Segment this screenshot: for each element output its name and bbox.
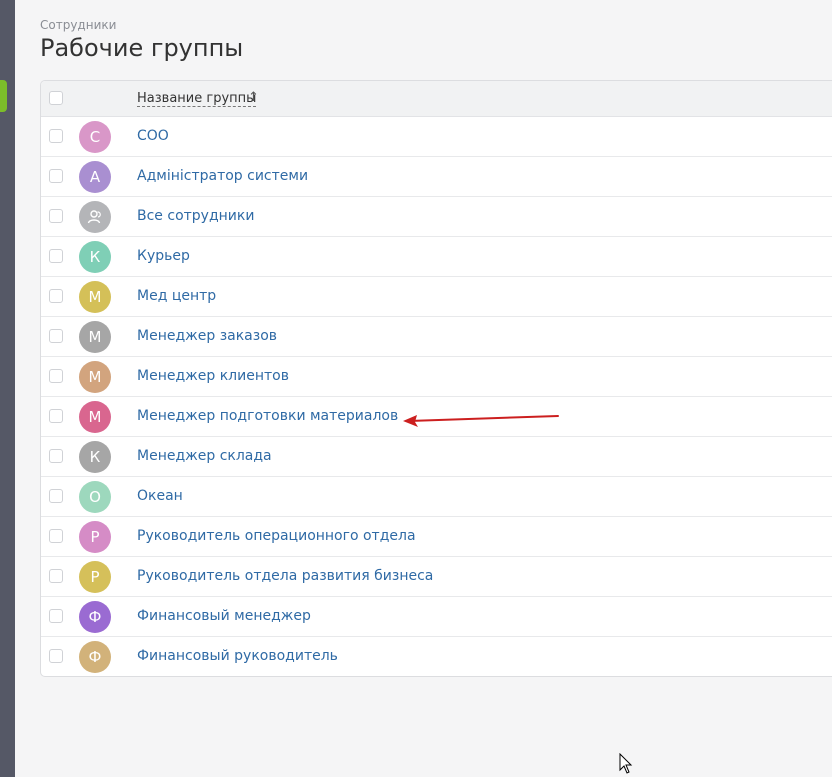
table-body: С СОО А Адміністратор системи Все сотрудники… [41, 117, 832, 676]
row-checkbox[interactable] [49, 569, 63, 583]
group-avatar: Р [79, 521, 111, 553]
row-checkbox[interactable] [49, 529, 63, 543]
table-row[interactable]: А Адміністратор системи [41, 157, 832, 197]
group-name-link[interactable]: СОО [137, 128, 169, 144]
groups-table: Название группы ↑ С СОО А Адміністратор сис… [40, 80, 832, 677]
row-checkbox[interactable] [49, 329, 63, 343]
row-checkbox[interactable] [49, 609, 63, 623]
group-name-link[interactable]: Менеджер склада [137, 448, 272, 464]
page-title: Рабочие группы [40, 34, 244, 62]
group-name-link[interactable]: Все сотрудники [137, 208, 254, 224]
sort-ascending-icon[interactable]: ↑ [248, 90, 259, 105]
table-row[interactable]: Р Руководитель отдела развития бизнеса [41, 557, 832, 597]
table-row[interactable]: К Менеджер склада [41, 437, 832, 477]
group-avatar: Ф [79, 641, 111, 673]
group-name-link[interactable]: Руководитель операционного отдела [137, 528, 416, 544]
group-name-link[interactable]: Океан [137, 488, 183, 504]
group-name-link[interactable]: Мед центр [137, 288, 216, 304]
row-checkbox[interactable] [49, 449, 63, 463]
row-checkbox[interactable] [49, 129, 63, 143]
table-header: Название группы ↑ [41, 81, 832, 117]
row-checkbox[interactable] [49, 249, 63, 263]
row-checkbox[interactable] [49, 169, 63, 183]
table-row[interactable]: Р Руководитель операционного отдела [41, 517, 832, 557]
group-avatar: М [79, 361, 111, 393]
row-checkbox[interactable] [49, 409, 63, 423]
group-name-link[interactable]: Менеджер подготовки материалов [137, 408, 398, 424]
group-avatar: М [79, 281, 111, 313]
group-avatar: С [79, 121, 111, 153]
left-sidebar [0, 0, 15, 777]
group-avatar: К [79, 441, 111, 473]
group-name-link[interactable]: Финансовый руководитель [137, 648, 338, 664]
column-header-group-name[interactable]: Название группы [137, 91, 257, 107]
table-row[interactable]: С СОО [41, 117, 832, 157]
sidebar-active-indicator[interactable] [0, 80, 7, 112]
group-avatar: А [79, 161, 111, 193]
group-avatar: Р [79, 561, 111, 593]
table-row[interactable]: Ф Финансовый руководитель [41, 637, 832, 676]
select-all-checkbox[interactable] [49, 91, 63, 105]
table-row[interactable]: Все сотрудники [41, 197, 832, 237]
user-group-icon [87, 210, 101, 224]
group-name-link[interactable]: Финансовый менеджер [137, 608, 311, 624]
group-avatar: М [79, 401, 111, 433]
group-name-link[interactable]: Менеджер заказов [137, 328, 277, 344]
row-checkbox[interactable] [49, 489, 63, 503]
group-avatar: К [79, 241, 111, 273]
row-checkbox[interactable] [49, 369, 63, 383]
table-row[interactable]: М Менеджер заказов [41, 317, 832, 357]
table-row[interactable]: М Менеджер подготовки материалов [41, 397, 832, 437]
group-avatar: М [79, 321, 111, 353]
group-name-link[interactable]: Адміністратор системи [137, 168, 308, 184]
row-checkbox[interactable] [49, 289, 63, 303]
group-avatar [79, 201, 111, 233]
group-name-link[interactable]: Менеджер клиентов [137, 368, 289, 384]
mouse-cursor-icon [619, 753, 633, 774]
group-avatar: Ф [79, 601, 111, 633]
group-name-link[interactable]: Курьер [137, 248, 190, 264]
table-row[interactable]: Ф Финансовый менеджер [41, 597, 832, 637]
table-row[interactable]: О Океан [41, 477, 832, 517]
table-row[interactable]: М Менеджер клиентов [41, 357, 832, 397]
group-avatar: О [79, 481, 111, 513]
row-checkbox[interactable] [49, 209, 63, 223]
group-name-link[interactable]: Руководитель отдела развития бизнеса [137, 568, 433, 584]
table-row[interactable]: К Курьер [41, 237, 832, 277]
breadcrumb[interactable]: Сотрудники [40, 18, 116, 32]
row-checkbox[interactable] [49, 649, 63, 663]
table-row[interactable]: М Мед центр [41, 277, 832, 317]
